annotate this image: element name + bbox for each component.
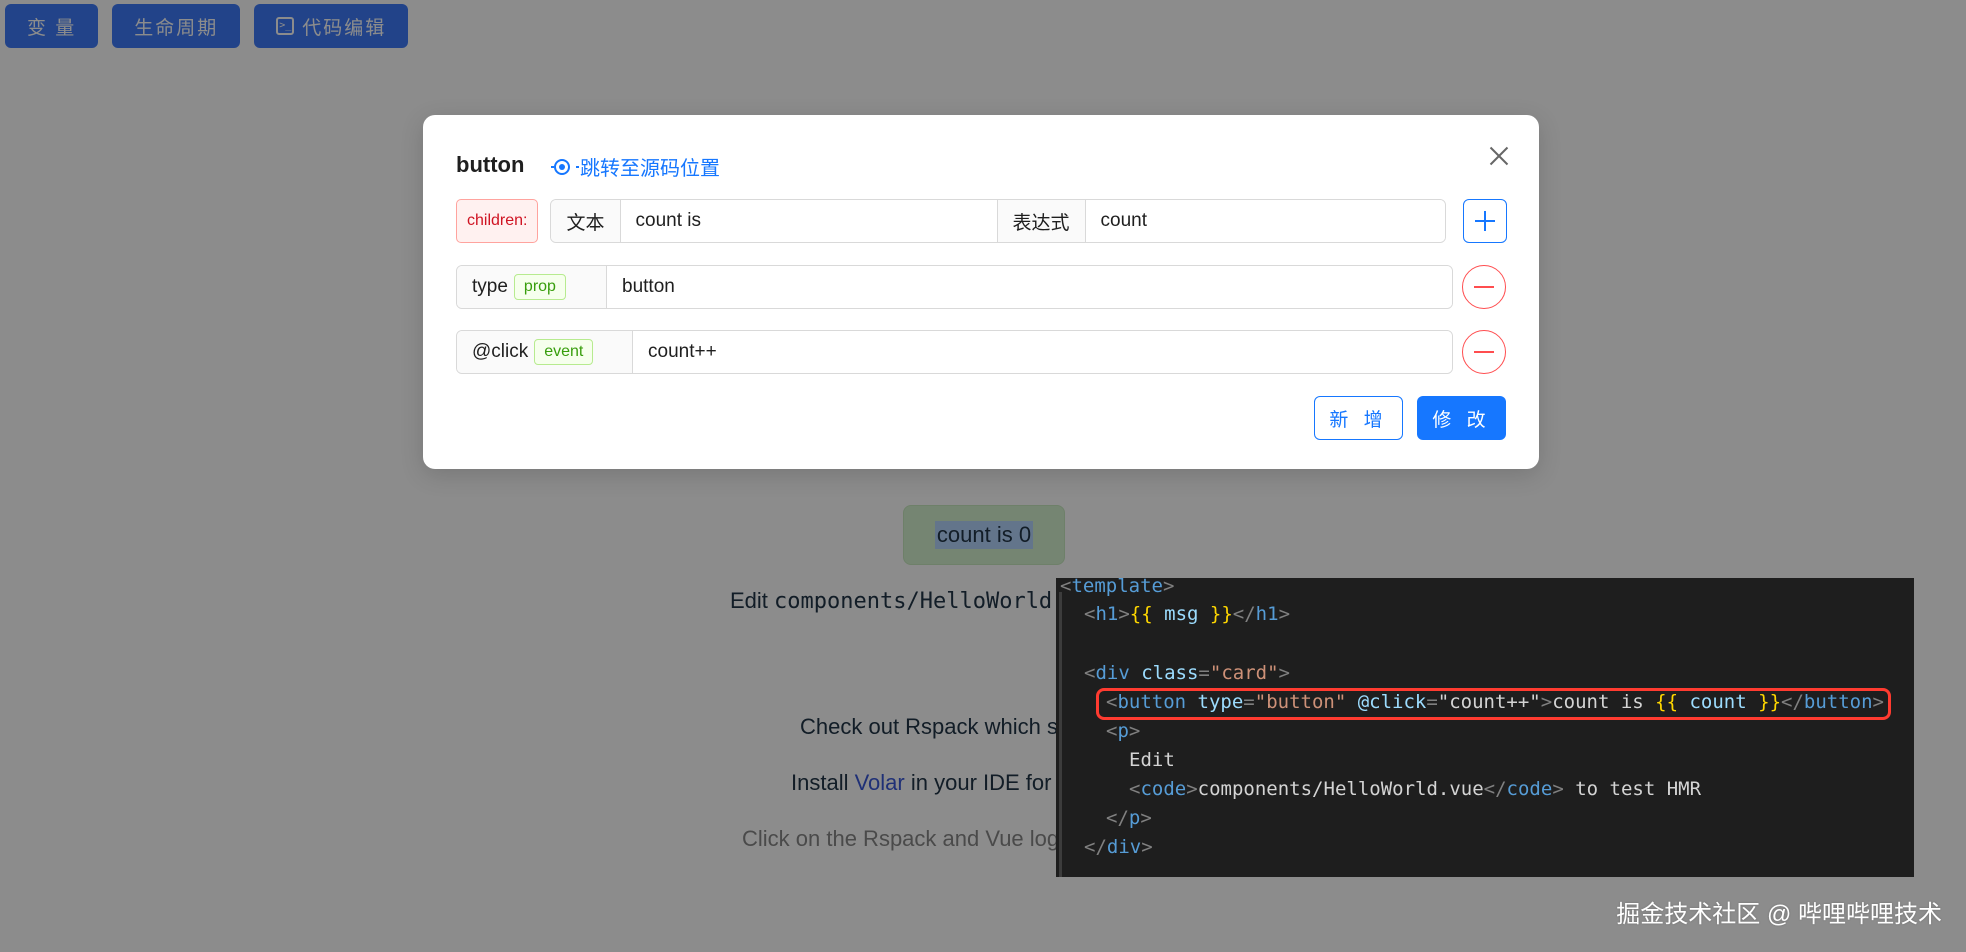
modify-button[interactable]: 修 改 — [1417, 396, 1506, 440]
jump-to-source-link[interactable]: 跳转至源码位置 — [551, 152, 720, 181]
prop-name: type — [472, 276, 508, 297]
children-tag: children: — [456, 199, 539, 243]
prop-row: type prop button — [456, 265, 1453, 309]
prop-tag: prop — [513, 274, 566, 300]
text-addon: 文本 — [551, 200, 621, 242]
children-row: children: 文本 count is 表达式 count — [456, 199, 1447, 243]
event-input-group: @click event count++ — [456, 330, 1453, 374]
event-addon: @click event — [457, 331, 633, 373]
code-line: </div> — [1084, 836, 1153, 858]
event-row: @click event count++ — [456, 330, 1453, 374]
code-line: </p> — [1106, 807, 1152, 829]
remove-event-button[interactable] — [1462, 330, 1506, 374]
code-line: <h1>{{ msg }}</h1> — [1084, 603, 1291, 625]
event-value-input[interactable]: count++ — [633, 331, 1452, 373]
text-input[interactable]: count is — [620, 200, 997, 242]
code-line: <code>components/HelloWorld.vue</code> t… — [1129, 778, 1702, 800]
remove-prop-button[interactable] — [1462, 265, 1506, 309]
indent-guide — [1059, 592, 1062, 877]
locate-icon — [551, 158, 579, 175]
add-child-button[interactable] — [1463, 199, 1507, 243]
expression-addon: 表达式 — [996, 200, 1086, 242]
code-line: <p> — [1106, 720, 1141, 742]
jump-to-source-label: 跳转至源码位置 — [580, 158, 720, 180]
event-name: @click — [472, 341, 529, 362]
expression-input[interactable]: count — [1085, 200, 1446, 242]
code-preview-panel: <template> <h1>{{ msg }}</h1> <div class… — [1056, 575, 1914, 877]
event-tag: event — [534, 339, 594, 365]
edit-node-modal: button 跳转至源码位置 children: 文本 count is 表达式… — [423, 115, 1539, 469]
code-line: Edit — [1129, 749, 1175, 771]
prop-addon: type prop — [457, 266, 607, 308]
prop-input-group: type prop button — [456, 265, 1453, 309]
watermark: 掘金技术社区 @ 哔哩哔哩技术 — [1616, 901, 1942, 928]
close-icon[interactable] — [1485, 142, 1513, 170]
code-line: <div class="card"> — [1084, 662, 1290, 684]
modal-title: button — [456, 152, 525, 177]
code-line: <template> — [1060, 575, 1175, 597]
children-input-group: 文本 count is 表达式 count — [550, 199, 1447, 243]
prop-value-input[interactable]: button — [607, 266, 1452, 308]
code-line-highlighted: <button type="button" @click="count++">c… — [1106, 691, 1884, 713]
add-button[interactable]: 新 增 — [1314, 396, 1403, 440]
